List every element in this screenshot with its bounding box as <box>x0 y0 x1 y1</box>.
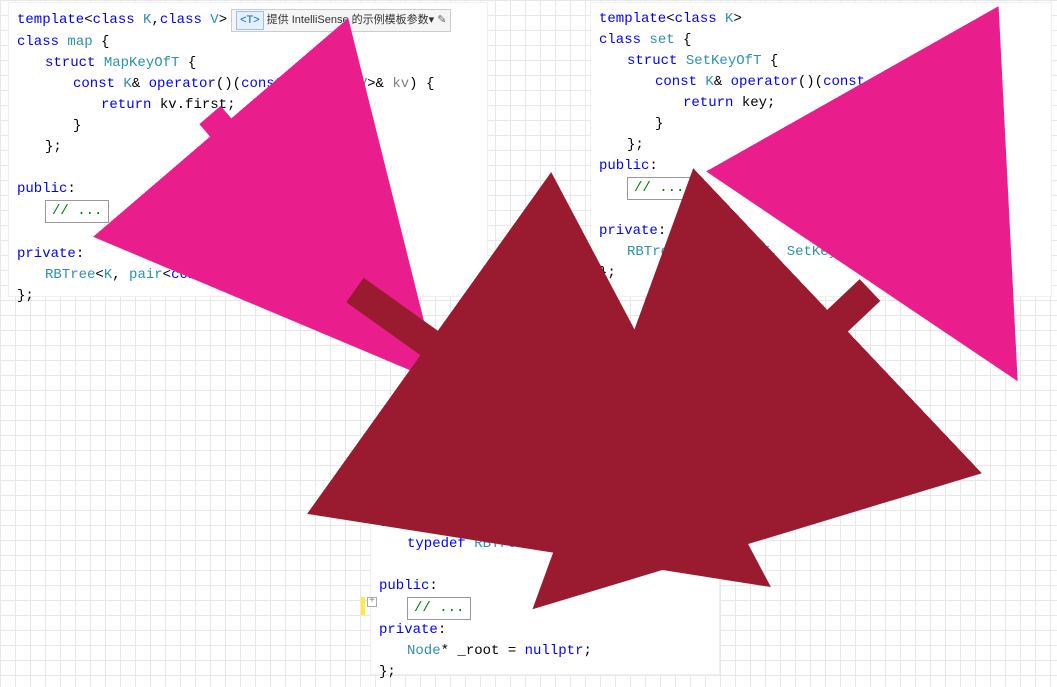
set-member-line: RBTree<K, const K, SetKeyOfT> _t; <box>599 242 1043 263</box>
set-public-line: public: <box>599 156 1043 177</box>
set-private-line: private: <box>599 221 1043 242</box>
map-return-line: return kv.first; <box>17 95 479 116</box>
rbtree-public-line: public: <box>379 576 711 597</box>
rbtree-code-block: template<class K,class T,class KeyOfT> −… <box>370 485 720 675</box>
set-return-line: return key; <box>599 93 1043 114</box>
map-member-line: RBTree<K, pair<const K, V>, MapKeyOfT>_t… <box>17 265 479 286</box>
rbtree-template-line: template<class K,class T,class KeyOfT> <box>379 492 711 513</box>
map-close-inner: } <box>17 116 479 137</box>
map-private-line: private: <box>17 244 479 265</box>
intellisense-hint[interactable]: <T>提供 IntelliSense 的示例模板参数 ▾✎ <box>231 9 451 32</box>
map-struct-line: struct MapKeyOfT { <box>17 53 479 74</box>
set-template-line: template<class K> <box>599 9 1043 30</box>
rbtree-typedef-line: typedef RBTreeNode<T> Node; <box>379 534 711 555</box>
map-public-line: public: <box>17 179 479 200</box>
rbtree-member-line: Node* _root = nullptr; <box>379 641 711 662</box>
pencil-icon: ✎ <box>437 12 446 29</box>
blank3 <box>599 200 1043 221</box>
map-close-struct: }; <box>17 137 479 158</box>
blank <box>17 158 479 179</box>
rbtree-ellipsis-line: +// ... <box>379 597 711 620</box>
map-template-line: template<class K,class V><T>提供 IntelliSe… <box>17 9 479 32</box>
set-operator-line: const K& operator()(const K& key) { <box>599 72 1043 93</box>
map-operator-line: const K& operator()(const pair<K, V>& kv… <box>17 74 479 95</box>
set-class-line: class set { <box>599 30 1043 51</box>
rbtree-close-class: }; <box>379 662 711 683</box>
set-close-struct: }; <box>599 135 1043 156</box>
blank4 <box>379 555 711 576</box>
rbtree-class-line: −class RBTree { <box>379 513 711 534</box>
set-close-class: }; <box>599 263 1043 284</box>
map-close-class: }; <box>17 286 479 307</box>
fold-minus-icon[interactable]: − <box>365 513 375 523</box>
fold-plus-icon[interactable]: + <box>367 597 377 607</box>
set-code-block: template<class K> class set { struct Set… <box>590 2 1052 297</box>
map-ellipsis-line: // ... <box>17 200 479 223</box>
blank2 <box>17 223 479 244</box>
set-close-inner: } <box>599 114 1043 135</box>
arrow-map-to-rbtree <box>355 290 600 465</box>
map-code-block: template<class K,class V><T>提供 IntelliSe… <box>8 2 488 297</box>
set-struct-line: struct SetKeyOfT { <box>599 51 1043 72</box>
arrow-set-to-rbtree <box>685 290 870 465</box>
rbtree-private-line: private: <box>379 620 711 641</box>
set-ellipsis-line: // ... <box>599 177 1043 200</box>
edit-marker-icon <box>361 597 365 615</box>
map-class-line: class map { <box>17 32 479 53</box>
